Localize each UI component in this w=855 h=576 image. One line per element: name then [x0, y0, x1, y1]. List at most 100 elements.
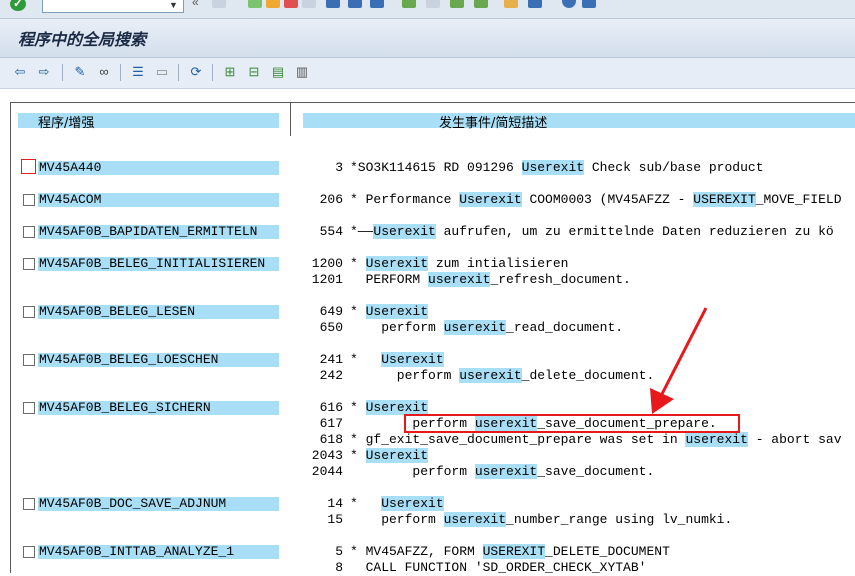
help-icon[interactable]: [562, 0, 576, 8]
program-name[interactable]: MV45AF0B_BELEG_INITIALISIEREN: [38, 257, 279, 271]
page-title: 程序中的全局搜索: [18, 30, 147, 49]
code-line[interactable]: * Userexit: [350, 352, 444, 368]
expand-icon[interactable]: ⊞: [222, 64, 238, 80]
application-toolbar: ⇦ ⇨ ✎ ∞ ☰ ▭ ⟳ ⊞ ⊟ ▤ ▥: [0, 58, 855, 89]
row-checkbox[interactable]: [23, 194, 35, 206]
command-field[interactable]: [42, 0, 184, 13]
first-page-icon[interactable]: [370, 0, 384, 8]
command-dropdown-icon[interactable]: ▼: [169, 0, 178, 10]
program-name[interactable]: MV45AF0B_BELEG_LESEN: [38, 305, 279, 319]
back-icon[interactable]: [248, 0, 262, 8]
program-name[interactable]: MV45AF0B_BELEG_SICHERN: [38, 401, 279, 415]
event-column-header[interactable]: 发生事件/简短描述: [303, 113, 855, 131]
glasses-icon[interactable]: ∞: [96, 64, 112, 80]
code-line[interactable]: * Userexit: [350, 496, 444, 512]
search-hit: userexit: [474, 464, 538, 479]
code-line[interactable]: * Userexit zum intialisieren: [350, 256, 568, 272]
code-text: CALL FUNCTION 'SD_ORDER_CHECK_XYTAB': [350, 560, 647, 575]
program-column-header[interactable]: 程序/增强: [18, 113, 279, 131]
row-checkbox[interactable]: [23, 402, 35, 414]
layout-icon[interactable]: [528, 0, 542, 8]
annotation-arrow-icon: [650, 307, 708, 414]
code-text: perform: [350, 368, 460, 383]
line-number: 616: [319, 400, 343, 415]
code-text: *: [350, 448, 366, 463]
code-text: COOM0003 (MV45AFZZ -: [521, 192, 694, 207]
arrow-right-icon[interactable]: ⇨: [36, 64, 52, 80]
search-hit: USEREXIT: [693, 192, 756, 207]
enter-check-icon[interactable]: ✓: [10, 0, 26, 11]
refresh-icon[interactable]: ⟳: [188, 64, 204, 80]
print-icon[interactable]: [302, 0, 316, 8]
row-checkbox[interactable]: [23, 354, 35, 366]
save-icon[interactable]: [212, 0, 226, 8]
program-name[interactable]: MV45A440: [38, 161, 279, 175]
program-name[interactable]: MV45AF0B_BAPIDATEN_ERMITTELN: [38, 225, 279, 239]
search-hit: userexit: [443, 512, 507, 527]
code-line[interactable]: * gf_exit_save_document_prepare was set …: [350, 432, 842, 448]
program-name[interactable]: MV45AF0B_INTTAB_ANALYZE_1: [38, 545, 279, 559]
code-line[interactable]: * Performance Userexit COOM0003 (MV45AFZ…: [350, 192, 842, 208]
code-line[interactable]: perform userexit_number_range using lv_n…: [350, 512, 732, 528]
line-number: 554: [319, 224, 343, 239]
code-text: *: [350, 352, 382, 367]
split-screen-icon[interactable]: ▭: [154, 64, 170, 80]
row-checkbox[interactable]: [23, 226, 35, 238]
last-page-icon[interactable]: [450, 0, 464, 8]
code-text: *SO3K114615 RD 091296: [350, 160, 522, 175]
code-line[interactable]: *SO3K114615 RD 091296 Userexit Check sub…: [350, 160, 764, 176]
row-checkbox[interactable]: [23, 258, 35, 270]
row-checkbox[interactable]: [21, 159, 36, 174]
code-line[interactable]: perform userexit_read_document.: [350, 320, 623, 336]
event-column-label: 发生事件/简短描述: [439, 116, 548, 131]
code-text: _read_document.: [506, 320, 624, 335]
find-icon[interactable]: [326, 0, 340, 8]
search-hit: USEREXIT: [482, 544, 546, 559]
code-line[interactable]: perform userexit_delete_document.: [350, 368, 654, 384]
arrow-left-icon[interactable]: ⇦: [12, 64, 28, 80]
collapse-icon[interactable]: ⊟: [246, 64, 262, 80]
cancel-icon[interactable]: [284, 0, 298, 8]
code-text: * MV45AFZZ, FORM: [350, 544, 483, 559]
shortcut-icon[interactable]: [504, 0, 518, 8]
code-text: perform: [350, 320, 444, 335]
previous-page-icon[interactable]: [402, 0, 416, 8]
next-page-icon[interactable]: [426, 0, 440, 8]
code-line[interactable]: * Userexit: [350, 304, 429, 320]
code-text: *——: [350, 224, 374, 239]
code-line[interactable]: *——Userexit aufrufen, um zu ermittelnde …: [350, 224, 834, 240]
search-hit: userexit: [443, 320, 507, 335]
row-checkbox[interactable]: [23, 498, 35, 510]
code-line[interactable]: * MV45AFZZ, FORM USEREXIT_DELETE_DOCUMEN…: [350, 544, 670, 560]
code-text: _save_document.: [537, 464, 655, 479]
code-text: _delete_document.: [521, 368, 655, 383]
code-line[interactable]: CALL FUNCTION 'SD_ORDER_CHECK_XYTAB': [350, 560, 647, 576]
code-line[interactable]: * Userexit: [350, 448, 429, 464]
line-number: 649: [319, 304, 343, 319]
line-number: 242: [319, 368, 343, 383]
search-hit: Userexit: [365, 448, 429, 463]
row-checkbox[interactable]: [23, 546, 35, 558]
new-session-icon[interactable]: [474, 0, 488, 8]
line-number: 1201: [311, 272, 343, 287]
code-text: * gf_exit_save_document_prepare was set …: [350, 432, 686, 447]
line-number: 5: [335, 544, 343, 559]
program-name[interactable]: MV45ACOM: [38, 193, 279, 207]
line-number: 2044: [311, 464, 343, 479]
row-checkbox[interactable]: [23, 306, 35, 318]
customize-icon[interactable]: [582, 0, 596, 8]
hierarchy-icon[interactable]: ☰: [130, 64, 146, 80]
pencil-icon[interactable]: ✎: [72, 64, 88, 80]
exit-icon[interactable]: [266, 0, 280, 8]
code-line[interactable]: perform userexit_save_document.: [350, 464, 654, 480]
system-toolbar: ✓ ▼ «: [0, 0, 855, 19]
deselect-icon[interactable]: ▥: [294, 64, 310, 80]
program-name[interactable]: MV45AF0B_BELEG_LOESCHEN: [38, 353, 279, 367]
select-icon[interactable]: ▤: [270, 64, 286, 80]
line-number: 14: [327, 496, 343, 511]
search-hit: Userexit: [381, 496, 444, 511]
find-next-icon[interactable]: [348, 0, 362, 8]
program-name[interactable]: MV45AF0B_DOC_SAVE_ADJNUM: [38, 497, 279, 511]
code-line[interactable]: PERFORM userexit_refresh_document.: [350, 272, 631, 288]
line-number: 15: [327, 512, 343, 527]
